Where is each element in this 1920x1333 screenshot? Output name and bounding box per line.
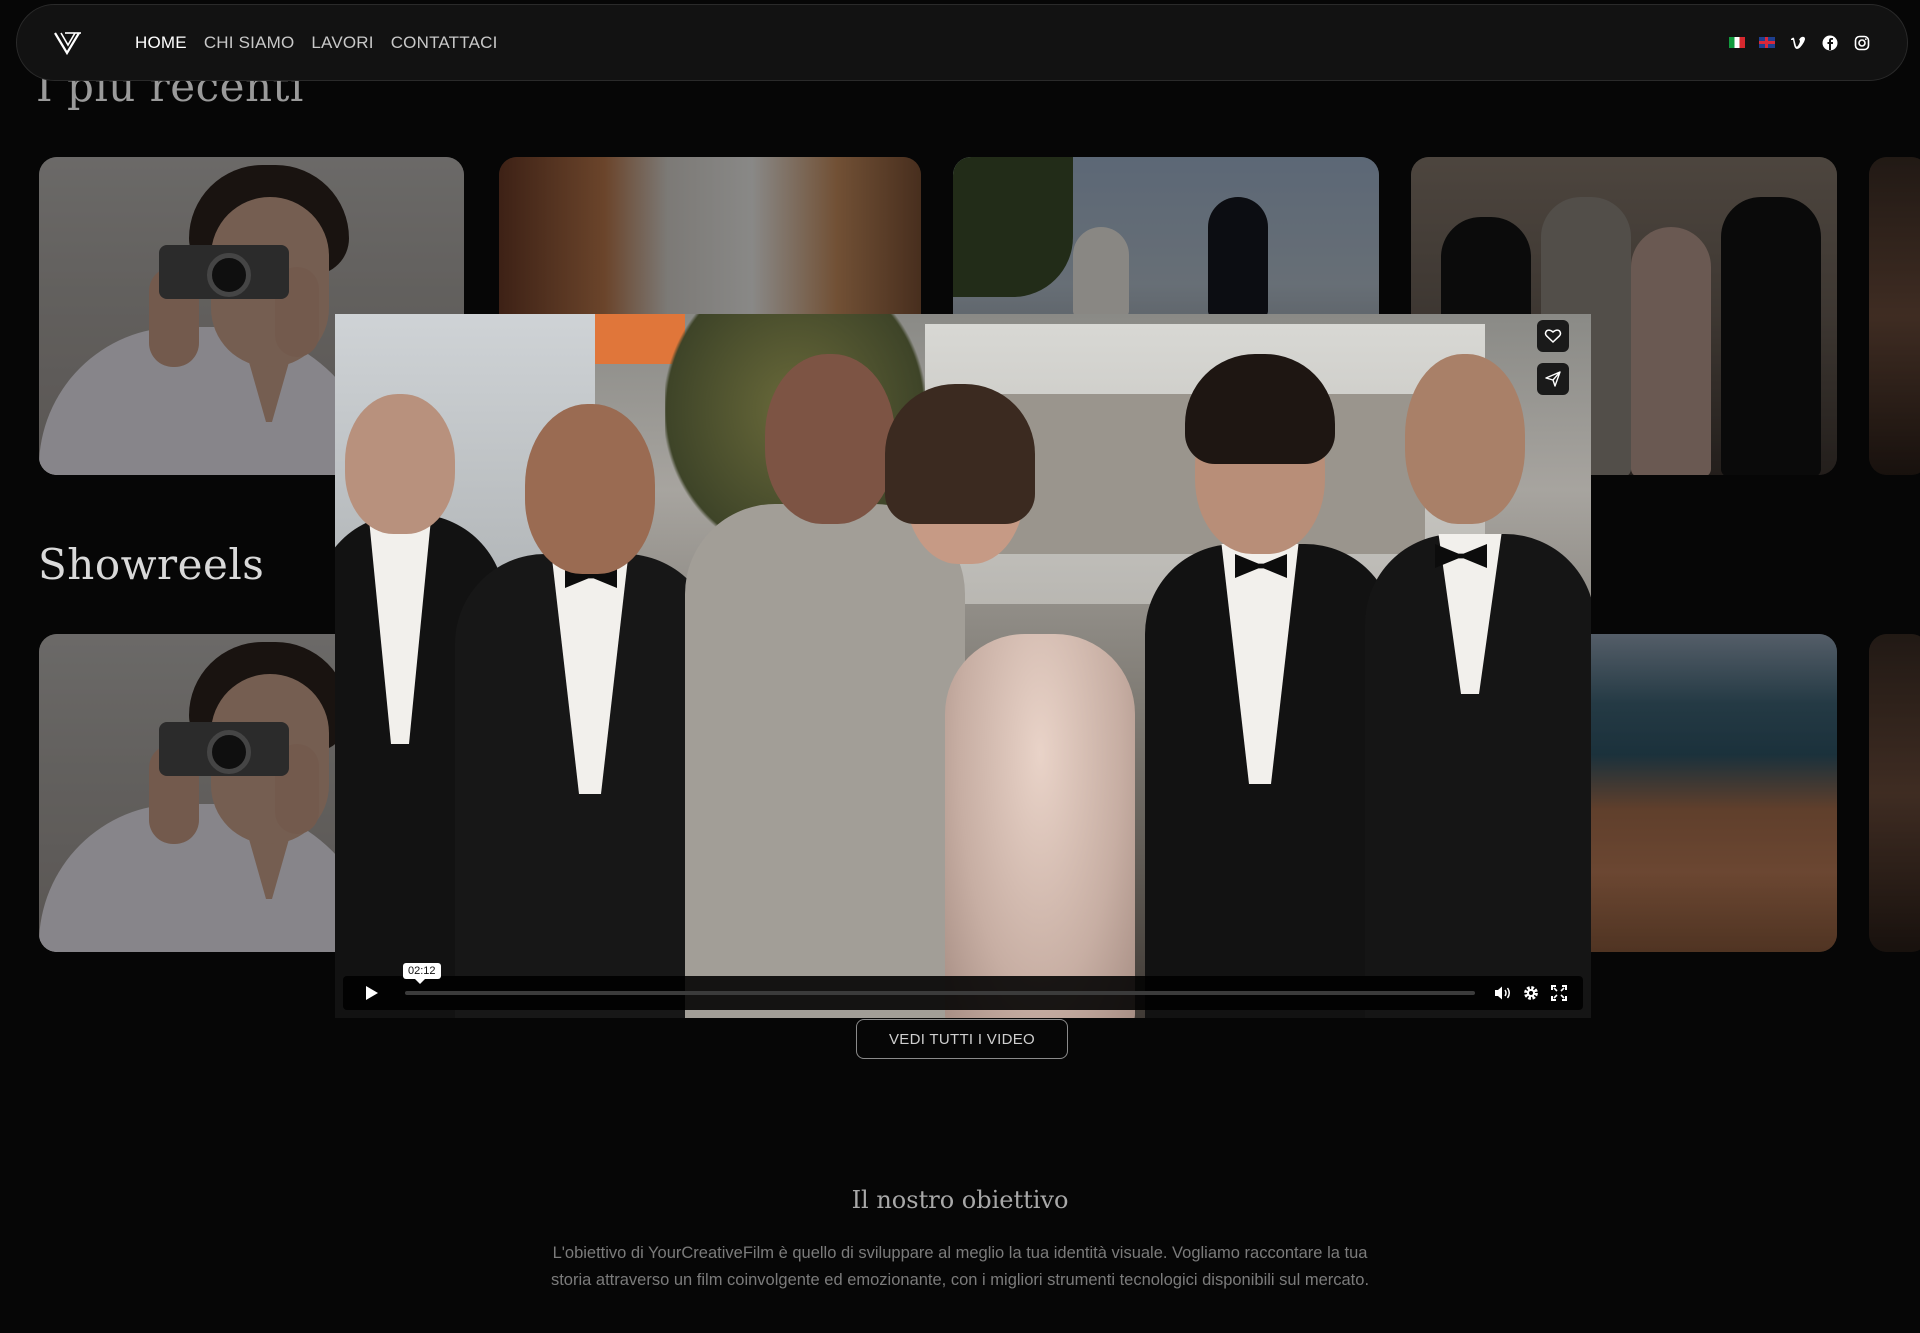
fullscreen-button[interactable]: [1545, 979, 1573, 1007]
showreel-video-card-edge[interactable]: [1869, 634, 1920, 952]
recent-video-card-5[interactable]: [1869, 157, 1920, 475]
instagram-icon[interactable]: [1853, 34, 1871, 52]
play-icon: [366, 986, 378, 1000]
facebook-icon[interactable]: [1821, 34, 1839, 52]
video-time-tooltip: 02:12: [403, 963, 441, 984]
volume-icon: [1495, 986, 1510, 1000]
nav-right-group: [1729, 34, 1871, 52]
nav-contattaci-link[interactable]: CONTATTACI: [391, 33, 498, 53]
objective-text: L'obiettivo di YourCreativeFilm è quello…: [550, 1244, 1370, 1289]
heart-icon: [1544, 329, 1562, 344]
fullscreen-icon: [1551, 985, 1567, 1001]
like-button[interactable]: [1537, 320, 1569, 352]
language-english-flag-icon[interactable]: [1759, 37, 1775, 48]
logo[interactable]: [45, 20, 91, 66]
objective-title: Il nostro obiettivo: [851, 1186, 1069, 1214]
nav-lavori-link[interactable]: LAVORI: [311, 33, 373, 53]
send-icon: [1545, 371, 1561, 387]
showreels-section-title: Showreels: [38, 540, 265, 589]
nav-links: HOME CHI SIAMO LAVORI CONTATTACI: [135, 33, 498, 53]
play-button[interactable]: [353, 976, 391, 1010]
video-progress-bar[interactable]: 02:12: [403, 963, 1475, 995]
video-control-bar: 02:12: [343, 963, 1583, 1010]
vimeo-icon[interactable]: [1789, 34, 1807, 52]
view-all-videos-button[interactable]: VEDI TUTTI I VIDEO: [856, 1019, 1068, 1059]
settings-button[interactable]: [1517, 979, 1545, 1007]
share-button[interactable]: [1537, 363, 1569, 395]
brand-logo-icon: [54, 31, 81, 55]
nav-home-link[interactable]: HOME: [135, 33, 187, 53]
language-italian-flag-icon[interactable]: [1729, 37, 1745, 48]
top-navbar: HOME CHI SIAMO LAVORI CONTATTACI: [16, 4, 1908, 81]
settings-icon: [1524, 986, 1538, 1000]
volume-button[interactable]: [1489, 979, 1517, 1007]
nav-chi-siamo-link[interactable]: CHI SIAMO: [204, 33, 295, 53]
video-player[interactable]: 02:12: [335, 314, 1591, 1018]
